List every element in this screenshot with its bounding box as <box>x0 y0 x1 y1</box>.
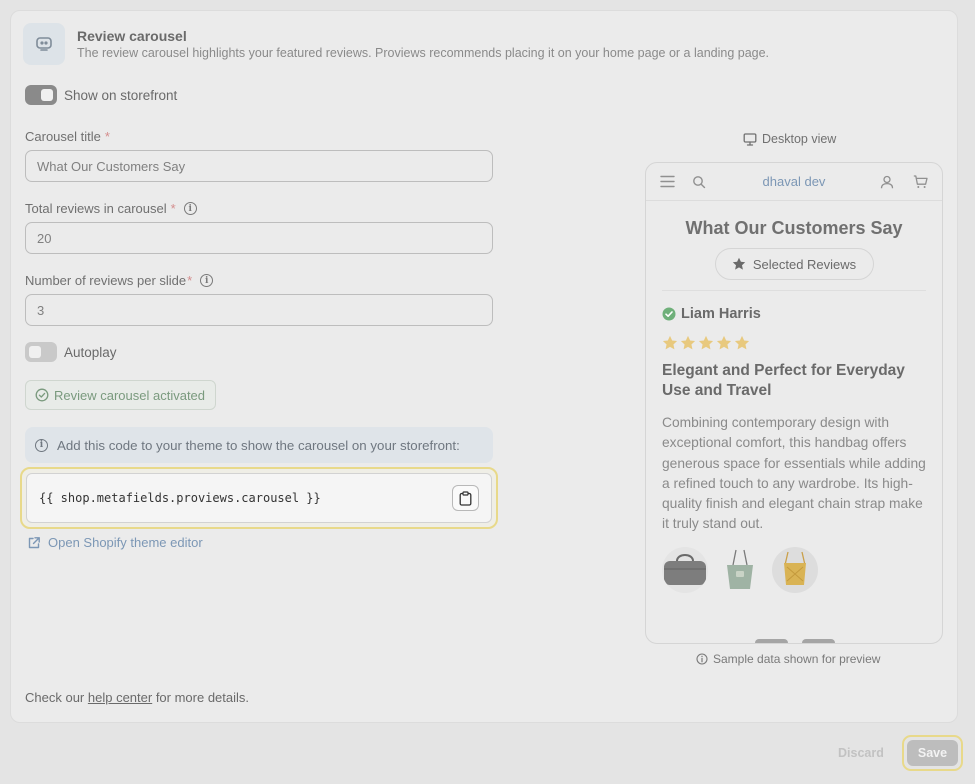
save-button[interactable]: Save <box>907 740 958 766</box>
external-link-icon <box>28 536 40 548</box>
info-icon[interactable]: i <box>183 202 197 215</box>
discard-button[interactable]: Discard <box>838 746 884 760</box>
carousel-icon <box>23 23 65 65</box>
info-icon[interactable]: i <box>200 274 214 287</box>
reviews-per-slide-value: 3 <box>37 302 45 318</box>
selected-reviews-pill: Selected Reviews <box>714 248 874 280</box>
total-reviews-label-text: Total reviews in carousel <box>25 201 167 216</box>
theme-editor-link-text: Open Shopify theme editor <box>48 535 203 550</box>
check-circle-icon <box>35 388 49 402</box>
preview-heading: What Our Customers Say <box>685 218 903 238</box>
autoplay-label: Autoplay <box>64 345 117 360</box>
store-name: dhaval dev <box>762 174 826 189</box>
page-description: The review carousel highlights your feat… <box>77 46 770 60</box>
required-mark: * <box>187 273 193 288</box>
info-icon: i <box>35 438 48 452</box>
code-snippet[interactable]: {{ shop.metafields.proviews.carousel }} <box>39 491 321 505</box>
account-icon <box>880 175 894 188</box>
show-on-storefront-label: Show on storefront <box>64 88 178 103</box>
show-on-storefront-toggle[interactable] <box>25 85 57 105</box>
page-title: Review carousel <box>77 28 187 44</box>
theme-editor-link[interactable]: Open Shopify theme editor <box>27 535 203 550</box>
reviews-per-slide-label: Number of reviews per slide * i <box>25 273 214 288</box>
carousel-title-label: Carousel title * <box>25 129 110 144</box>
carousel-title-input[interactable]: What Our Customers Say <box>25 150 493 182</box>
selected-reviews-text: Selected Reviews <box>752 256 857 272</box>
status-badge-text: Review carousel activated <box>54 387 206 403</box>
help-note: Check our help center for more details. <box>25 690 249 705</box>
code-banner-text: Add this code to your theme to show the … <box>57 437 460 453</box>
reviews-per-slide-input[interactable]: 3 <box>25 294 493 326</box>
search-icon <box>693 175 706 188</box>
code-snippet-box: {{ shop.metafields.proviews.carousel }} <box>26 473 492 523</box>
sample-data-note: Sample data shown for preview <box>696 652 880 666</box>
sample-note-text: Sample data shown for preview <box>713 652 881 666</box>
review-author: Liam Harris <box>662 306 927 322</box>
product-image-grey-bag[interactable] <box>662 546 708 593</box>
review-author-name: Liam Harris <box>681 306 761 322</box>
carousel-dot[interactable] <box>755 639 788 643</box>
review-title: Elegant and Perfect for Everyday Use and… <box>662 362 905 399</box>
required-mark: * <box>104 129 110 144</box>
help-note-suffix: for more details. <box>152 690 250 705</box>
star-icon <box>716 335 732 350</box>
help-center-link[interactable]: help center <box>88 690 152 705</box>
product-image-gold-bag[interactable] <box>772 546 818 593</box>
carousel-title-label-text: Carousel title <box>25 129 101 144</box>
info-icon <box>696 653 708 665</box>
view-mode-toggle[interactable]: Desktop view <box>743 132 836 146</box>
divider <box>662 290 926 291</box>
product-image-green-tote[interactable] <box>717 546 763 593</box>
code-snippet-container: {{ shop.metafields.proviews.carousel }} <box>20 467 498 529</box>
status-badge: Review carousel activated <box>25 380 217 410</box>
carousel-dots <box>755 639 835 643</box>
star-icon <box>732 257 746 270</box>
total-reviews-value: 20 <box>37 230 52 246</box>
save-button-focus-ring: Save <box>902 735 963 771</box>
cart-icon <box>913 174 928 188</box>
review-body: Combining contemporary design with excep… <box>662 415 926 532</box>
menu-icon <box>660 175 675 188</box>
carousel-dot[interactable] <box>802 639 835 643</box>
star-icon <box>662 335 678 350</box>
desktop-icon <box>743 132 757 146</box>
help-note-prefix: Check our <box>25 690 88 705</box>
carousel-title-value: What Our Customers Say <box>37 158 186 174</box>
star-icon <box>734 335 750 350</box>
clipboard-icon <box>459 490 472 506</box>
star-icon <box>698 335 714 350</box>
total-reviews-input[interactable]: 20 <box>25 222 493 254</box>
reviews-per-slide-label-text: Number of reviews per slide <box>25 273 187 288</box>
autoplay-toggle[interactable] <box>25 342 57 362</box>
review-images <box>662 546 927 593</box>
star-icon <box>680 335 696 350</box>
view-mode-label: Desktop view <box>762 132 837 146</box>
total-reviews-label: Total reviews in carousel * i <box>25 201 197 216</box>
preview-nav: dhaval dev <box>646 163 942 201</box>
copy-button[interactable] <box>452 485 479 511</box>
review-card: Liam Harris Elegant and Perfect for Ever… <box>646 306 942 593</box>
verified-icon <box>662 307 676 321</box>
required-mark: * <box>170 201 176 216</box>
code-info-banner: i Add this code to your theme to show th… <box>25 427 493 463</box>
review-rating <box>662 335 927 351</box>
storefront-preview: dhaval dev What Our Customers Say Select… <box>645 162 943 644</box>
